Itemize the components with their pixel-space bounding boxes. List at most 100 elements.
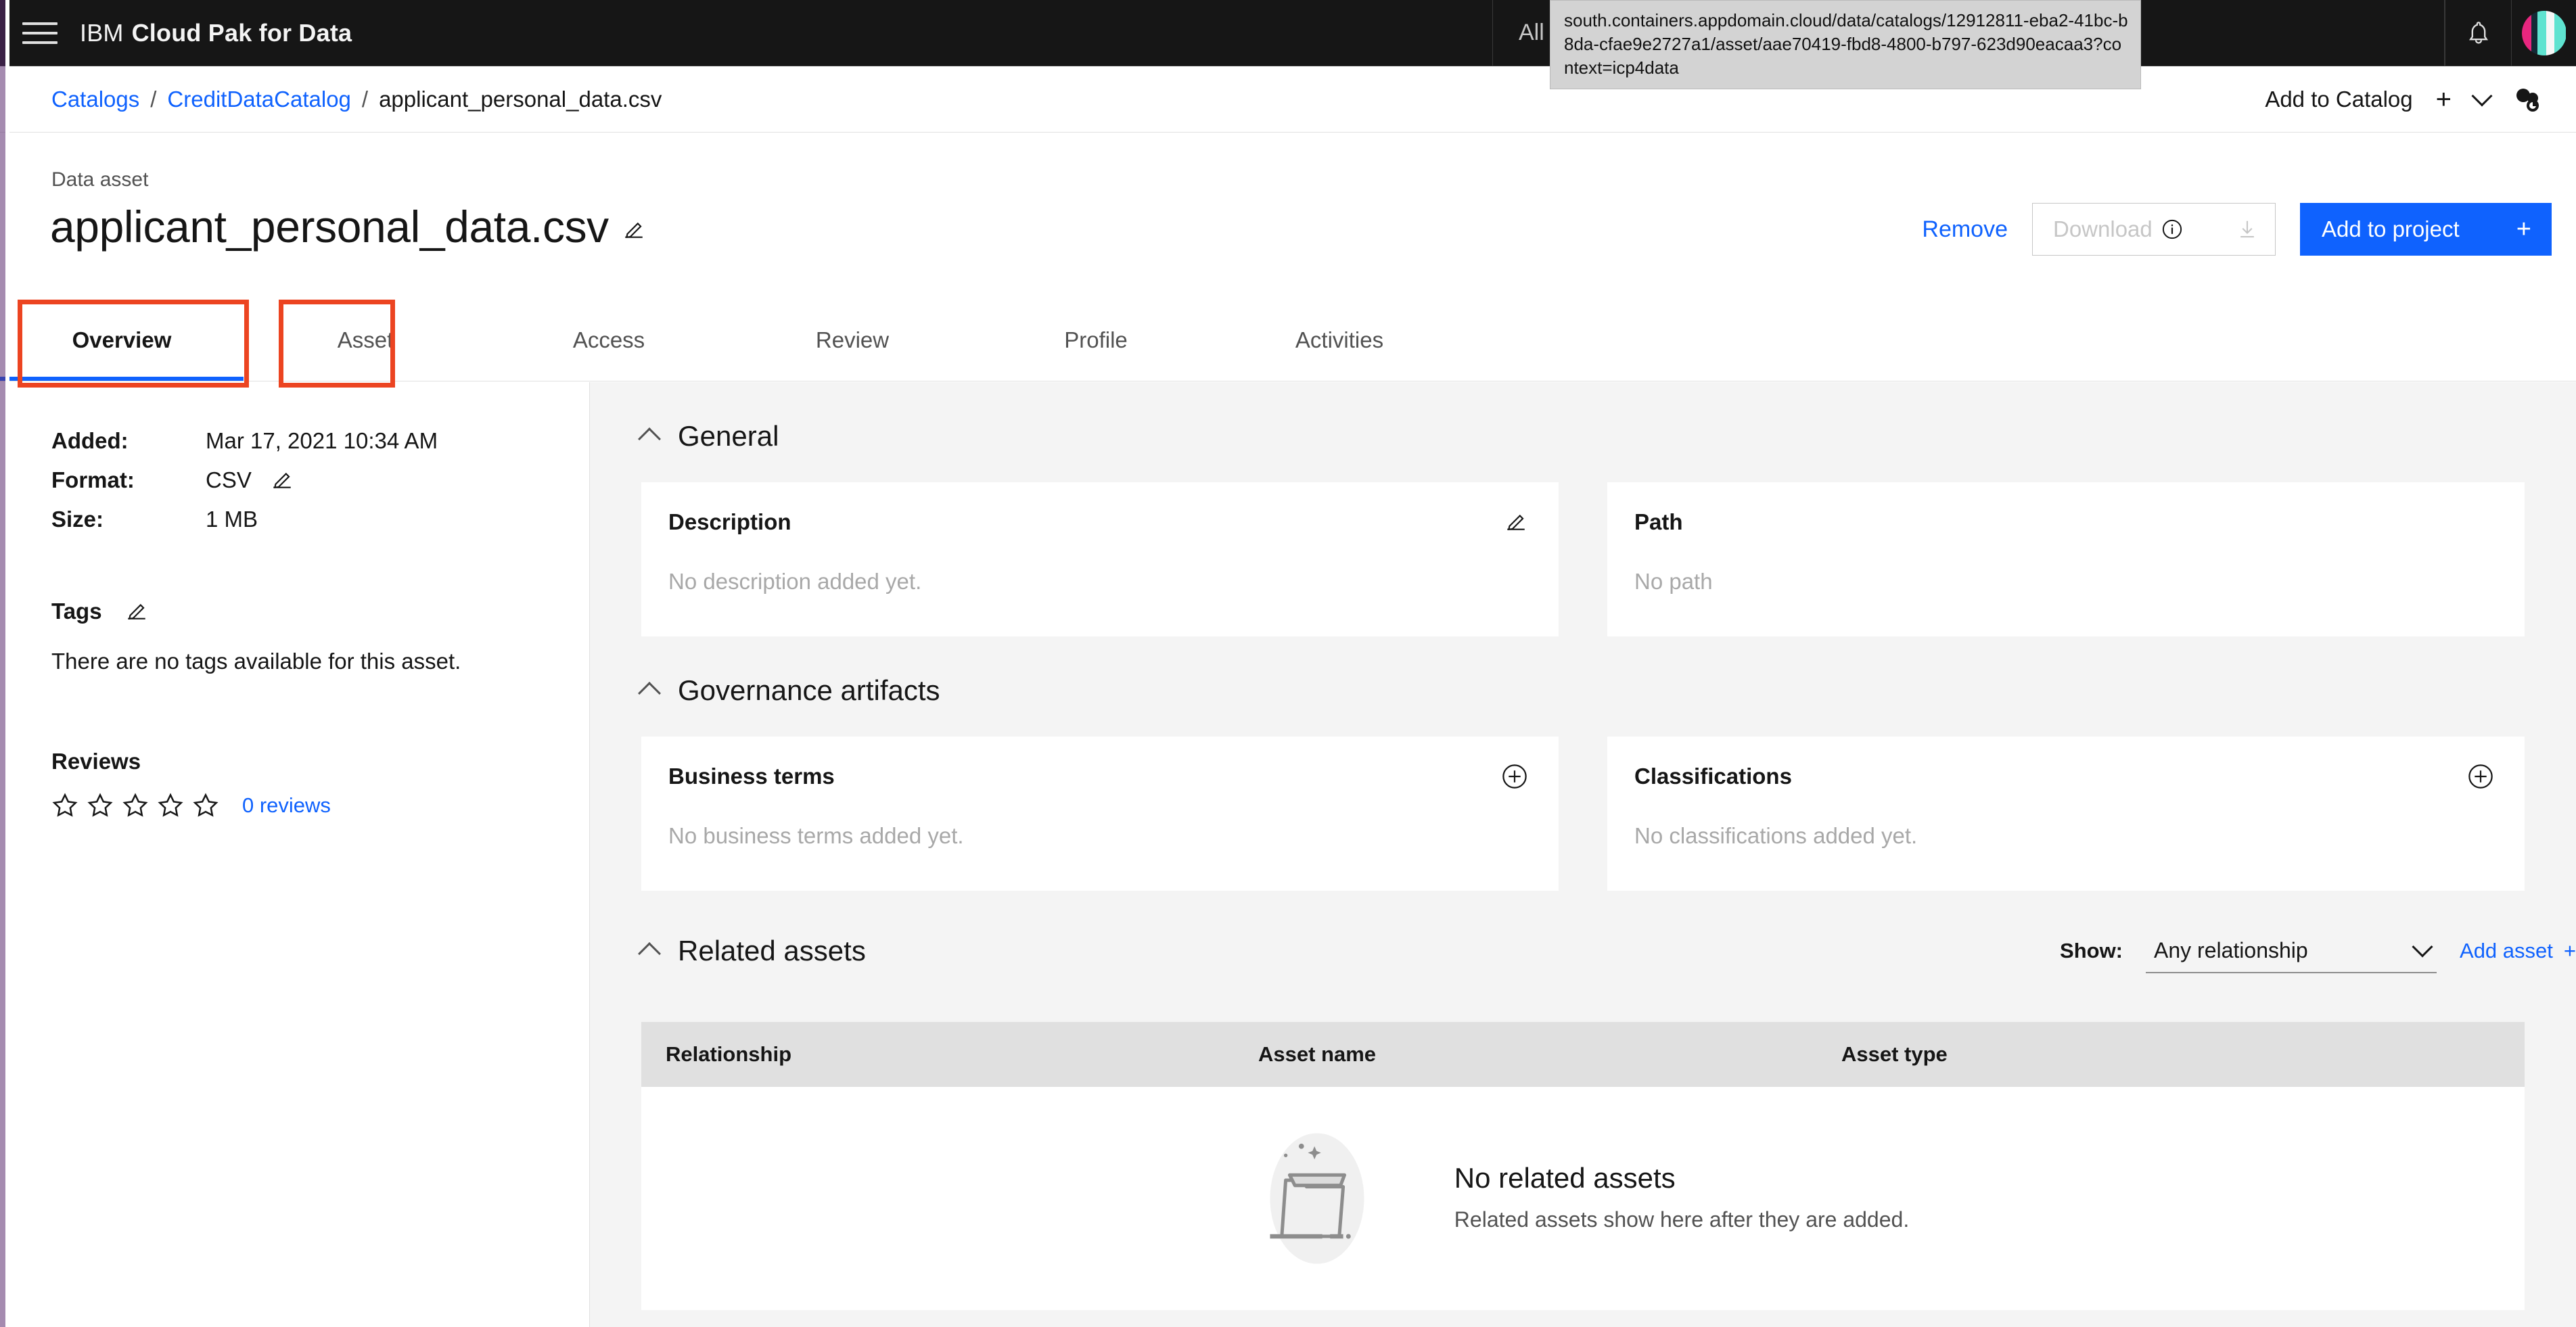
edit-title-pencil-icon[interactable] (622, 218, 645, 241)
user-avatar-button[interactable] (2511, 0, 2576, 66)
tab-label: Review (815, 327, 890, 352)
path-card-header: Path (1634, 509, 2493, 535)
global-header: IBM Cloud Pak for Data All Search (0, 0, 2576, 66)
star-icon[interactable] (157, 792, 184, 819)
breadcrumb-item-catalogs[interactable]: Catalogs (51, 87, 139, 112)
empty-state-body: Related assets show here after they are … (1454, 1207, 1910, 1232)
tab-asset[interactable]: Asset (244, 304, 487, 381)
add-to-project-button[interactable]: Add to project + (2300, 203, 2552, 256)
cloud-pak-icon[interactable] (2512, 86, 2542, 113)
hamburger-menu-icon[interactable] (0, 0, 80, 66)
add-to-catalog-button[interactable]: Add to Catalog (2265, 87, 2412, 112)
download-label: Download (2053, 216, 2153, 241)
related-assets-title-group[interactable]: Related assets (638, 935, 866, 967)
rating-stars[interactable]: 0 reviews (51, 792, 589, 819)
plus-icon: + (2563, 939, 2576, 962)
tab-review[interactable]: Review (731, 304, 974, 381)
brand-product-name: Cloud Pak for Data (131, 18, 352, 47)
related-assets-heading: Related assets (678, 935, 866, 967)
edit-tags-pencil-icon[interactable] (125, 600, 148, 623)
add-asset-button[interactable]: Add asset + (2460, 939, 2576, 963)
plus-icon[interactable]: + (2436, 86, 2452, 113)
tags-heading-row: Tags (51, 599, 589, 624)
metadata-value: 1 MB (206, 507, 258, 532)
business-terms-empty-text: No business terms added yet. (668, 823, 964, 848)
brand-title[interactable]: IBM Cloud Pak for Data (80, 0, 352, 66)
path-card: Path No path (1607, 482, 2525, 636)
metadata-row-size: Size: 1 MB (51, 507, 589, 532)
description-card: Description No description added yet. (641, 482, 1559, 636)
table-header-row: Relationship Asset name Asset type (641, 1022, 2525, 1087)
classifications-title: Classifications (1634, 764, 1792, 789)
edit-description-pencil-icon[interactable] (1504, 511, 1527, 534)
column-header-relationship[interactable]: Relationship (641, 1042, 1258, 1067)
download-button: Download (2032, 203, 2276, 256)
governance-section-header[interactable]: Governance artifacts (590, 636, 2576, 737)
relationship-filter-select[interactable]: Any relationship (2146, 929, 2437, 973)
general-heading: General (678, 420, 779, 452)
breadcrumb-item-creditdatacatalog[interactable]: CreditDataCatalog (167, 87, 350, 112)
general-section-header[interactable]: General (590, 382, 2576, 482)
notifications-button[interactable] (2445, 0, 2511, 66)
tags-section: Tags There are no tags available for thi… (51, 599, 589, 674)
plus-icon: + (2516, 215, 2531, 243)
add-classification-icon[interactable] (2468, 764, 2493, 789)
description-empty-text: No description added yet. (668, 569, 922, 594)
chevron-up-icon[interactable] (638, 427, 661, 450)
info-icon[interactable] (2162, 219, 2182, 239)
related-assets-controls: Show: Any relationship Add asset + (2060, 929, 2576, 973)
path-empty-text: No path (1634, 569, 1713, 594)
description-card-header: Description (668, 509, 1527, 535)
business-terms-card: Business terms No business terms added y… (641, 737, 1559, 891)
search-scope-value: All (1519, 20, 1544, 45)
tab-profile[interactable]: Profile (974, 304, 1218, 381)
star-icon[interactable] (87, 792, 114, 819)
star-icon[interactable] (122, 792, 149, 819)
bell-icon (2468, 21, 2488, 44)
tab-label: Overview (72, 327, 172, 352)
metadata-key: Size: (51, 507, 104, 532)
avatar (2521, 10, 2567, 55)
header-spacer (352, 0, 1492, 66)
asset-actions: Remove Download Add to project + (1922, 203, 2552, 256)
asset-kicker: Data asset (51, 168, 149, 191)
tab-access[interactable]: Access (487, 304, 731, 381)
metadata-value: Mar 17, 2021 10:34 AM (206, 428, 438, 453)
business-terms-title: Business terms (668, 764, 835, 789)
page-title: applicant_personal_data.csv (50, 202, 609, 252)
breadcrumb-item-current: applicant_personal_data.csv (379, 86, 662, 112)
star-icon[interactable] (192, 792, 219, 819)
tab-activities[interactable]: Activities (1218, 304, 1461, 381)
edit-format-pencil-icon[interactable] (271, 469, 294, 492)
brand-prefix: IBM (80, 18, 124, 47)
add-business-term-icon[interactable] (1502, 764, 1527, 789)
metadata-row-format: Format: CSV (51, 467, 589, 493)
metadata-key: Added: (51, 428, 129, 453)
column-header-asset-name[interactable]: Asset name (1258, 1042, 1841, 1067)
star-icon[interactable] (51, 792, 78, 819)
asset-tabs: Overview Asset Access Review Profile Act… (0, 304, 2576, 381)
tags-heading: Tags (51, 599, 102, 624)
tab-overview[interactable]: Overview (0, 304, 244, 381)
breadcrumb: Catalogs / CreditDataCatalog / applicant… (51, 87, 662, 112)
chevron-up-icon[interactable] (638, 682, 661, 705)
chevron-up-icon[interactable] (638, 942, 661, 965)
reviews-heading: Reviews (51, 749, 141, 774)
chevron-down-icon[interactable] (2471, 85, 2493, 107)
tab-label: Access (572, 327, 645, 352)
asset-sidebar: Added: Mar 17, 2021 10:34 AM Format: CSV… (0, 382, 590, 1327)
column-header-asset-type[interactable]: Asset type (1841, 1042, 2525, 1067)
metadata-value-group: CSV (206, 467, 294, 493)
reviews-section: Reviews 0 reviews (51, 749, 589, 819)
reviews-count-link[interactable]: 0 reviews (242, 793, 331, 818)
breadcrumb-separator-2: / (361, 86, 369, 112)
metadata-key: Format: (51, 467, 135, 492)
window-edge-inner (5, 0, 9, 1327)
tab-label: Asset (337, 327, 394, 352)
tab-label: Profile (1064, 327, 1128, 352)
remove-button[interactable]: Remove (1922, 216, 2008, 243)
breadcrumb-separator: / (150, 86, 157, 112)
tags-empty-text: There are no tags available for this ass… (51, 649, 461, 674)
general-cards: Description No description added yet. Pa… (590, 482, 2576, 636)
business-terms-card-header: Business terms (668, 764, 1527, 789)
